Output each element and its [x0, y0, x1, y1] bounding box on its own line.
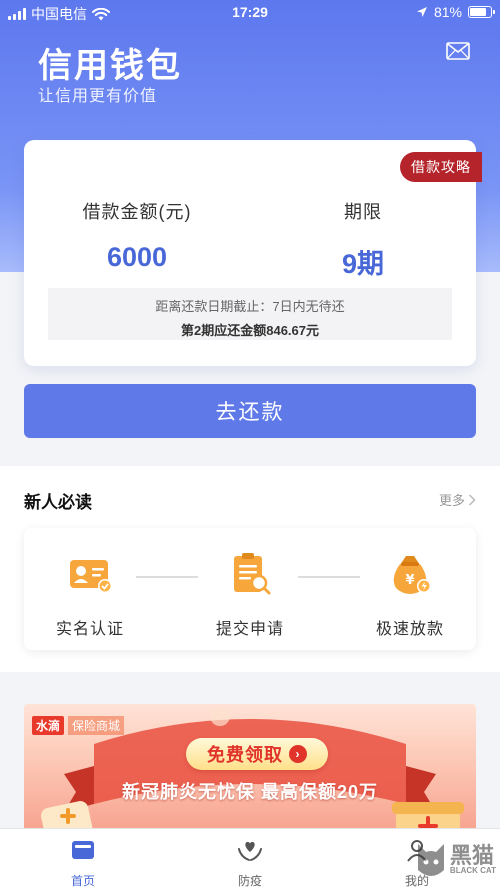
newcomer-guide-section: 新人必读 更多 实名认证 提交申请 ¥ 极速放款: [0, 466, 500, 672]
tab-home[interactable]: 首页: [33, 837, 133, 888]
tab-epidemic[interactable]: 防疫: [200, 837, 300, 888]
status-right: 81%: [416, 4, 495, 20]
banner-mall: 保险商城: [68, 716, 125, 735]
step-label: 极速放款: [375, 621, 444, 638]
chevron-right-icon: [468, 493, 476, 506]
due-date-text: 距离还款日期截止：7日内无待还: [155, 299, 345, 314]
step-submit[interactable]: 提交申请: [190, 550, 310, 639]
page-title: 信用钱包: [38, 47, 182, 85]
loan-amount-label: 借款金额(元): [82, 202, 192, 222]
loan-card: 借款攻略 借款金额(元) 6000 期限 9期 距离还款日期截止：7日内无待还 …: [24, 140, 482, 366]
step-disburse[interactable]: ¥ 极速放款: [350, 550, 470, 639]
black-cat-logo-icon: [417, 844, 444, 876]
watermark-subtext: BLACK CAT: [449, 866, 496, 875]
tab-label: 首页: [70, 874, 95, 888]
status-bar: 中国电信 17:29 81%: [0, 0, 500, 26]
banner-claim-label: 免费领取: [207, 745, 283, 765]
home-card-icon: [72, 841, 94, 859]
step-connector: [136, 576, 198, 578]
chevron-right-circle-icon: ›: [289, 745, 307, 763]
loan-term-label: 期限: [344, 202, 382, 222]
watermark-text-block: 黑猫 BLACK CAT: [450, 845, 496, 875]
section-title: 新人必读: [24, 493, 92, 512]
battery-percent: 81%: [433, 4, 462, 20]
banner-brand: 水滴: [32, 716, 65, 735]
page-subtitle: 让信用更有价值: [38, 88, 158, 105]
loan-guide-badge[interactable]: 借款攻略: [400, 152, 482, 182]
loan-amount-value: 6000: [106, 242, 168, 272]
clipboard-icon: [234, 553, 271, 595]
loan-amount-column: 借款金额(元) 6000: [24, 198, 250, 273]
heart-hands-icon: [238, 841, 262, 861]
money-bag-icon: ¥: [393, 556, 431, 594]
installment-amount-text: 第2期应还金额846.67元: [181, 323, 319, 338]
more-link[interactable]: 更多: [439, 490, 476, 509]
step-real-name[interactable]: 实名认证: [30, 550, 150, 639]
due-info-box: 距离还款日期截止：7日内无待还 第2期应还金额846.67元: [48, 288, 452, 340]
watermark-text: 黑猫: [449, 843, 494, 868]
svg-text:¥: ¥: [405, 573, 414, 588]
banner-brand-tag: 水滴 保险商城: [32, 716, 125, 735]
loan-term-value: 9期: [341, 249, 385, 279]
black-cat-watermark: 黑猫 BLACK CAT: [414, 840, 496, 880]
step-label: 提交申请: [215, 621, 284, 638]
tab-label: 防疫: [237, 874, 262, 888]
step-label: 实名认证: [55, 621, 124, 638]
steps-card: 实名认证 提交申请 ¥ 极速放款: [24, 528, 476, 650]
banner-claim-button[interactable]: 免费领取 ›: [186, 738, 328, 770]
more-link-label: 更多: [438, 493, 465, 508]
banner-headline: 新冠肺炎无忧保 最高保额20万: [121, 782, 379, 802]
id-card-icon: [70, 560, 112, 593]
location-arrow-icon: [416, 7, 427, 17]
loan-term-column: 期限 9期: [250, 198, 476, 281]
repay-button[interactable]: 去还款: [24, 384, 476, 438]
battery-level: [470, 8, 487, 16]
mail-icon[interactable]: [446, 42, 470, 60]
battery-icon: [468, 6, 495, 18]
